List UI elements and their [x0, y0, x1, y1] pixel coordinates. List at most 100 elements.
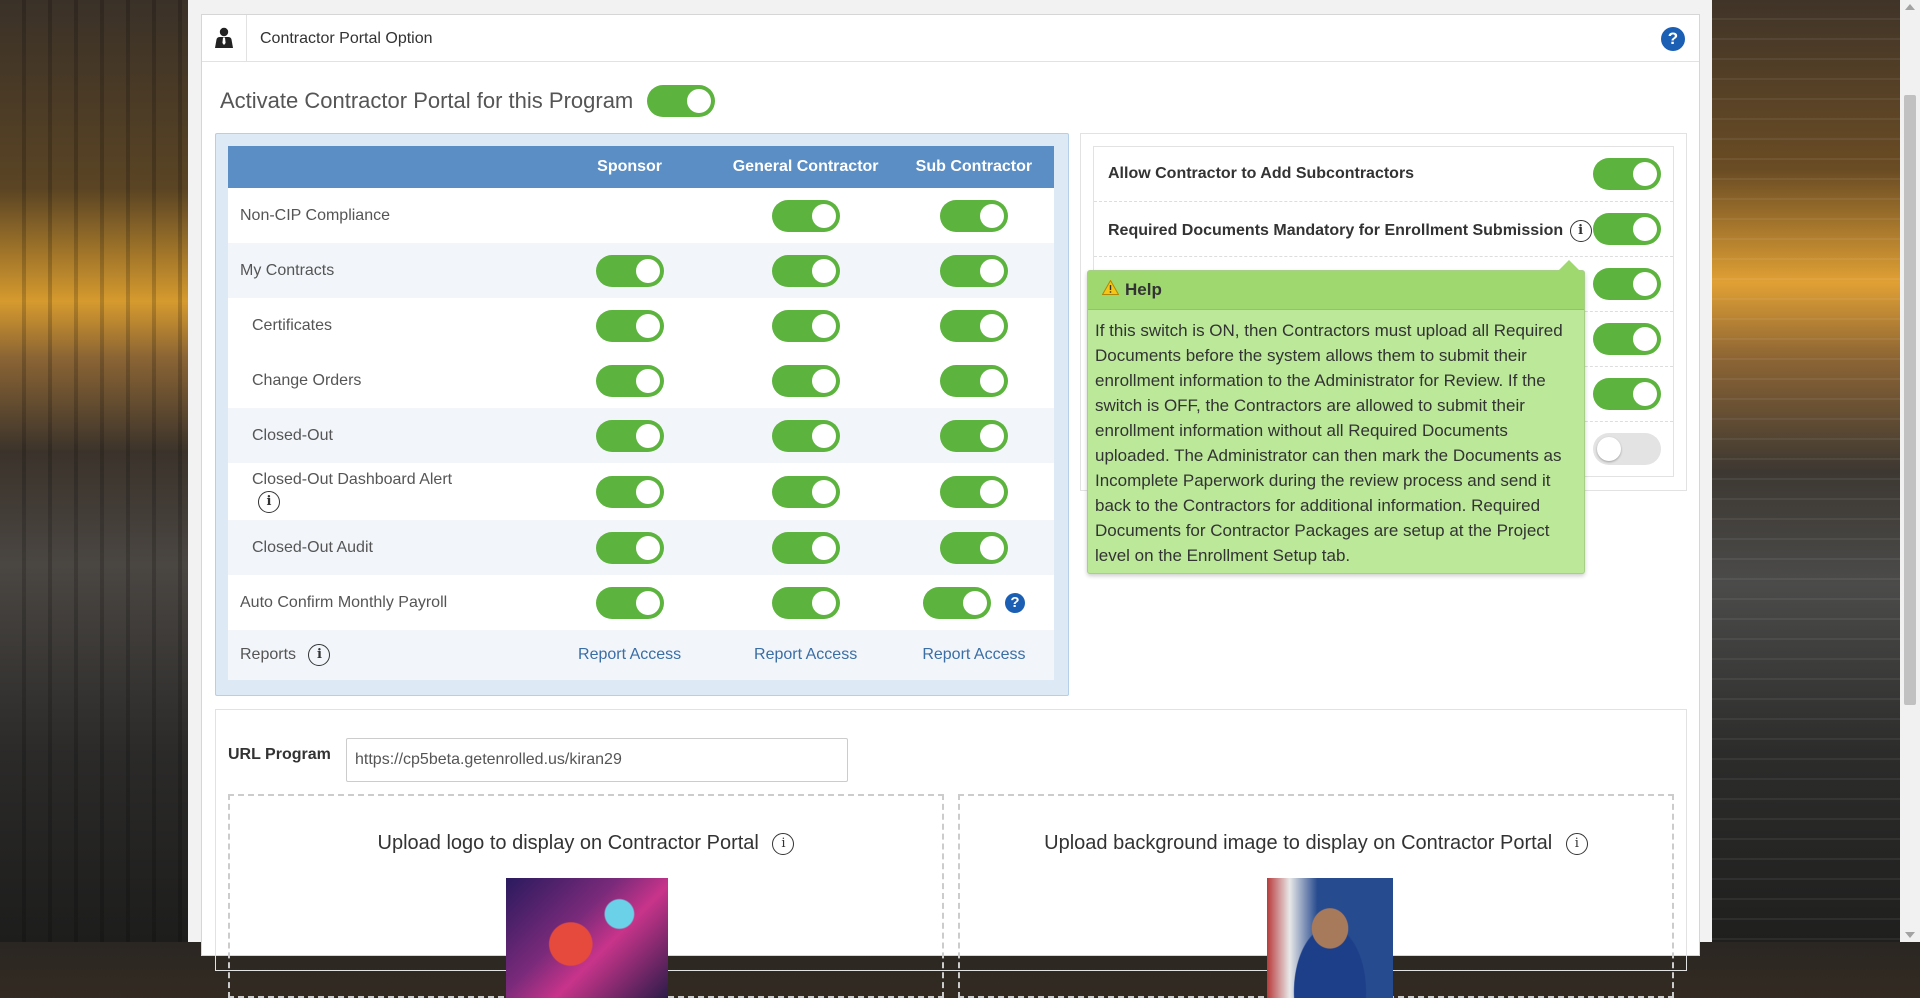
general-contractor-report-access-link[interactable]: Report Access [754, 646, 857, 663]
table-row: Auto Confirm Monthly Payroll ? [228, 575, 1054, 630]
permissions-matrix: Sponsor General Contractor Sub Contracto… [228, 146, 1054, 680]
general-contractor-toggle[interactable] [771, 364, 840, 397]
scroll-up-arrow-icon[interactable] [1905, 4, 1915, 10]
sponsor-report-access-link[interactable]: Report Access [578, 646, 681, 663]
background-thumbnail [1267, 878, 1393, 998]
logo-upload-zone[interactable]: Upload logo to display on Contractor Por… [228, 794, 944, 998]
sponsor-toggle[interactable] [595, 364, 664, 397]
general-contractor-cell [717, 408, 894, 463]
sub-contractor-report-access-link[interactable]: Report Access [922, 646, 1025, 663]
row-label-cell: Reports i [228, 630, 542, 680]
table-row: My Contracts [228, 243, 1054, 298]
row-label: Certificates [228, 298, 542, 353]
page-scrollbar[interactable] [1900, 0, 1920, 942]
sponsor-toggle[interactable] [595, 475, 664, 508]
option-toggle[interactable] [1593, 433, 1661, 465]
contractor-person-icon [202, 15, 247, 61]
allow-add-subcontractors-toggle[interactable] [1593, 158, 1661, 190]
general-contractor-toggle[interactable] [771, 531, 840, 564]
sub-contractor-toggle[interactable] [939, 531, 1008, 564]
info-icon-wrap: i [258, 490, 542, 513]
help-icon[interactable]: ? [1661, 27, 1685, 51]
general-contractor-cell [717, 243, 894, 298]
sponsor-cell-empty [541, 188, 718, 243]
sub-contractor-cell [893, 243, 1054, 298]
sub-contractor-toggle[interactable] [922, 586, 991, 619]
activate-portal-row: Activate Contractor Portal for this Prog… [220, 85, 716, 117]
option-label-text: Required Documents Mandatory for Enrollm… [1108, 222, 1564, 240]
matrix-header-row: Sponsor General Contractor Sub Contracto… [228, 146, 1054, 188]
sub-contractor-toggle[interactable] [939, 254, 1008, 287]
sub-contractor-toggle[interactable] [939, 475, 1008, 508]
popover-title: Help [1125, 280, 1162, 299]
info-icon[interactable]: i [258, 490, 280, 513]
table-row: Closed-Out Dashboard Alert i [228, 463, 1054, 520]
info-icon[interactable]: i [308, 644, 331, 666]
info-icon[interactable]: i [1569, 220, 1592, 242]
url-program-input[interactable] [346, 738, 848, 782]
sub-contractor-cell: Report Access [893, 630, 1054, 680]
sponsor-toggle[interactable] [595, 419, 664, 452]
sub-contractor-cell [893, 408, 1054, 463]
question-icon[interactable]: ? [1004, 592, 1025, 613]
option-toggle[interactable] [1593, 268, 1661, 300]
row-label: Auto Confirm Monthly Payroll [228, 575, 542, 630]
info-icon[interactable]: i [1565, 832, 1588, 855]
general-contractor-toggle[interactable] [771, 309, 840, 342]
general-contractor-cell [717, 353, 894, 408]
sponsor-cell [541, 575, 718, 630]
general-contractor-cell [717, 575, 894, 630]
popover-header: Help [1088, 271, 1584, 310]
sub-contractor-cell [893, 188, 1054, 243]
panel-header: Contractor Portal Option ? [202, 15, 1699, 62]
sponsor-cell [541, 520, 718, 575]
activate-portal-toggle[interactable] [647, 85, 716, 117]
table-row: Reports i Report Access Report Access Re… [228, 630, 1054, 680]
option-toggle[interactable] [1593, 323, 1661, 355]
general-contractor-toggle[interactable] [771, 586, 840, 619]
general-contractor-toggle[interactable] [771, 475, 840, 508]
row-label: My Contracts [228, 243, 542, 298]
sponsor-cell [541, 408, 718, 463]
warning-icon [1101, 279, 1120, 300]
general-contractor-cell [717, 298, 894, 353]
option-toggle[interactable] [1593, 378, 1661, 410]
general-contractor-toggle[interactable] [771, 419, 840, 452]
option-row: Required Documents Mandatory for Enrollm… [1094, 202, 1673, 257]
popover-arrow [1558, 260, 1580, 271]
row-label: Non-CIP Compliance [228, 188, 542, 243]
required-documents-toggle[interactable] [1593, 213, 1661, 245]
matrix-header-blank [228, 146, 542, 188]
sponsor-toggle[interactable] [595, 531, 664, 564]
sponsor-toggle[interactable] [595, 309, 664, 342]
sponsor-cell: Report Access [541, 630, 718, 680]
option-label: Required Documents Mandatory for Enrollm… [1108, 220, 1592, 242]
background-photo-left [0, 0, 188, 942]
general-contractor-cell: Report Access [717, 630, 894, 680]
logo-upload-title-row: Upload logo to display on Contractor Por… [230, 832, 942, 855]
row-label: Closed-Out [228, 408, 542, 463]
general-contractor-toggle[interactable] [771, 199, 840, 232]
permissions-matrix-box: Sponsor General Contractor Sub Contracto… [215, 133, 1069, 696]
activate-portal-label: Activate Contractor Portal for this Prog… [220, 88, 634, 113]
url-upload-box: URL Program Upload logo to display on Co… [215, 709, 1687, 998]
general-contractor-toggle[interactable] [771, 254, 840, 287]
sub-contractor-toggle[interactable] [939, 309, 1008, 342]
sub-contractor-cell [893, 463, 1054, 520]
table-row: Closed-Out Audit [228, 520, 1054, 575]
sponsor-toggle[interactable] [595, 254, 664, 287]
sponsor-toggle[interactable] [595, 586, 664, 619]
column-header-sponsor: Sponsor [541, 146, 718, 188]
sub-contractor-toggle[interactable] [939, 419, 1008, 452]
sub-contractor-toggle[interactable] [939, 199, 1008, 232]
sub-contractor-toggle[interactable] [939, 364, 1008, 397]
row-label: Reports [240, 646, 297, 664]
table-row: Certificates [228, 298, 1054, 353]
sub-contractor-cell [893, 298, 1054, 353]
scrollbar-thumb[interactable] [1904, 95, 1916, 705]
background-upload-title-row: Upload background image to display on Co… [960, 832, 1672, 855]
general-contractor-cell [717, 188, 894, 243]
scroll-down-arrow-icon[interactable] [1905, 932, 1915, 938]
background-upload-zone[interactable]: Upload background image to display on Co… [958, 794, 1674, 998]
info-icon[interactable]: i [772, 832, 795, 855]
